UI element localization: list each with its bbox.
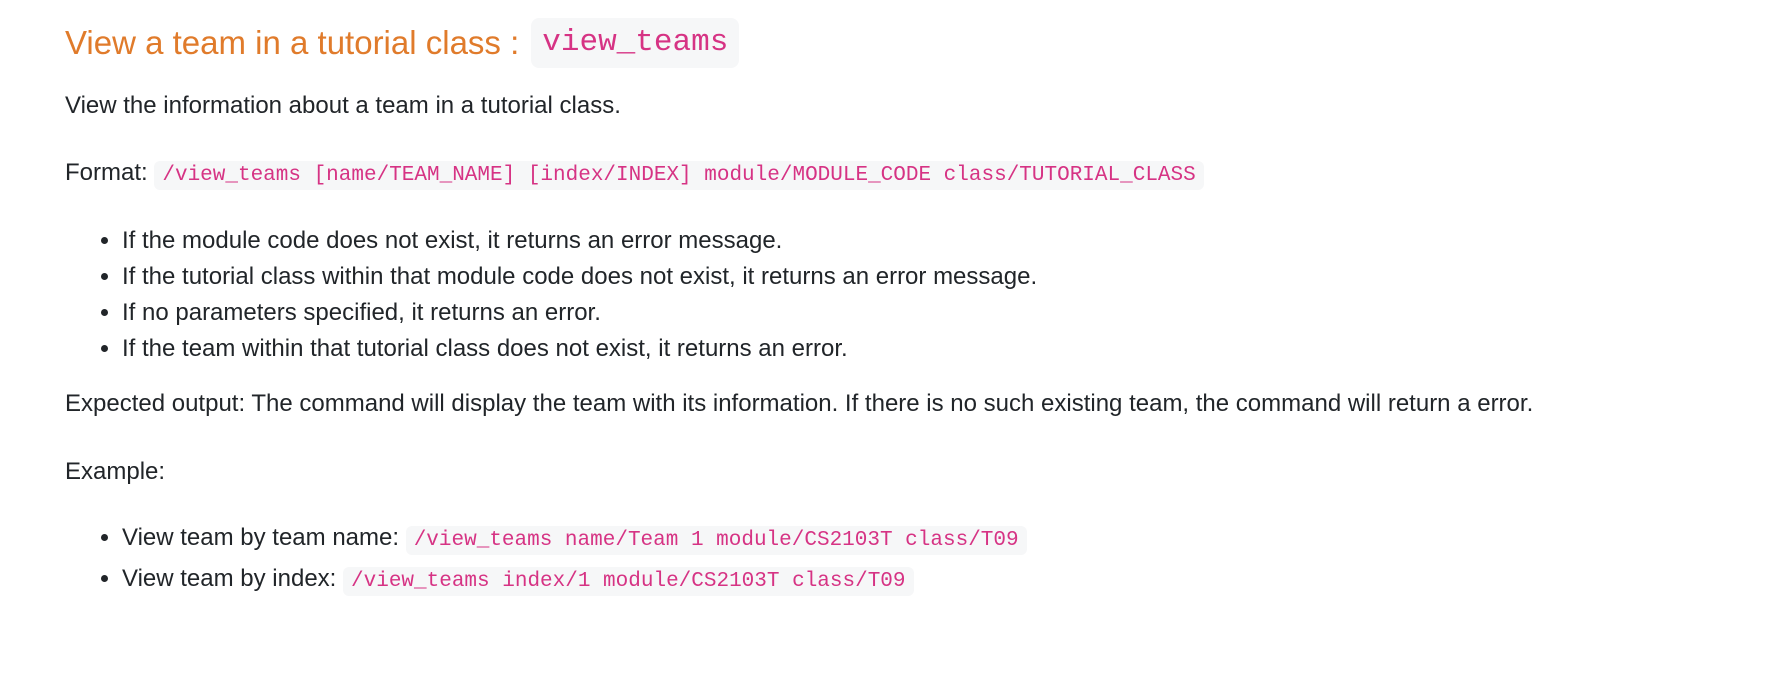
list-item: If the module code does not exist, it re… (122, 223, 1037, 259)
list-item: If the team within that tutorial class d… (122, 331, 1037, 367)
format-code: /view_teams [name/TEAM_NAME] [index/INDE… (154, 161, 1204, 190)
description-text: View the information about a team in a t… (65, 92, 621, 119)
section-heading: View a team in a tutorial class : view_t… (65, 18, 740, 68)
example-description: View team by index: (122, 565, 337, 592)
list-item: If no parameters specified, it returns a… (122, 295, 1037, 331)
expected-output-text: Expected output: The command will displa… (65, 390, 1534, 417)
example-code: /view_teams name/Team 1 module/CS2103T c… (405, 526, 1027, 555)
format-line: Format: /view_teams [name/TEAM_NAME] [in… (65, 157, 1204, 192)
list-item: View team by team name: /view_teams name… (122, 519, 1027, 560)
conditions-list: If the module code does not exist, it re… (65, 223, 1037, 367)
section-heading-text: View a team in a tutorial class : (65, 24, 520, 61)
command-name-code: view_teams (531, 18, 740, 68)
examples-list: View team by team name: /view_teams name… (65, 519, 1027, 601)
list-item: If the tutorial class within that module… (122, 259, 1037, 295)
list-item: View team by index: /view_teams index/1 … (122, 560, 1027, 601)
example-description: View team by team name: (122, 524, 400, 551)
format-label: Format: (65, 159, 148, 186)
example-code: /view_teams index/1 module/CS2103T class… (343, 567, 914, 596)
example-label: Example: (65, 458, 166, 485)
